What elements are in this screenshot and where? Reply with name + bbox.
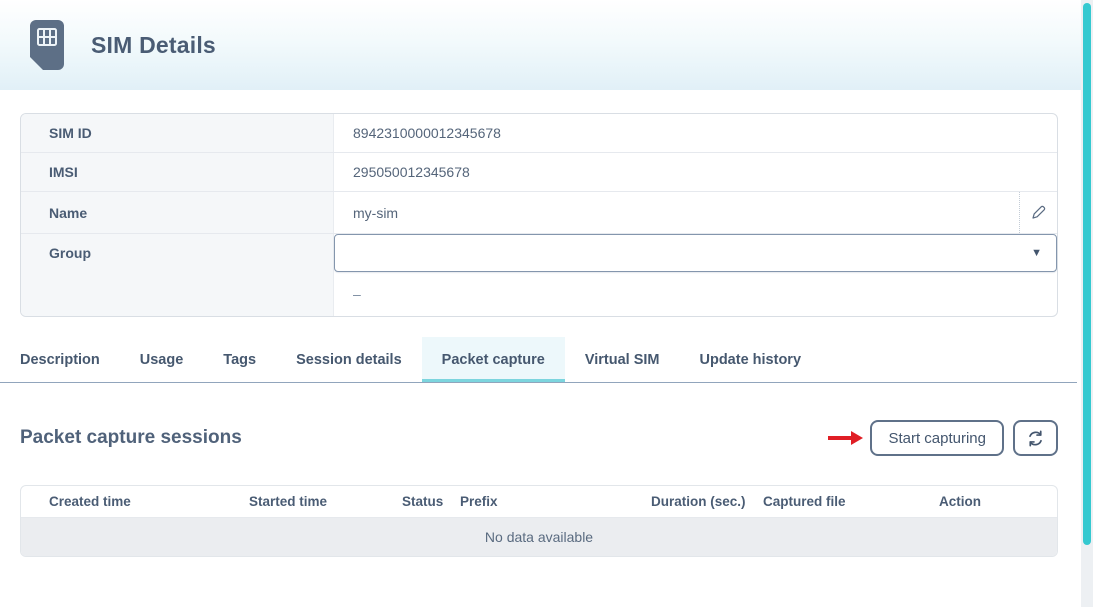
sim-id-value: 8942310000012345678	[334, 114, 1057, 152]
tab-description[interactable]: Description	[0, 337, 120, 382]
name-label: Name	[21, 192, 334, 233]
sim-id-label: SIM ID	[21, 114, 334, 152]
group-label-spacer	[21, 271, 334, 316]
chevron-down-icon: ▼	[1031, 247, 1042, 259]
detail-row-group-empty: –	[21, 271, 1057, 316]
sim-details-table: SIM ID 8942310000012345678 IMSI 29505001…	[20, 113, 1058, 317]
pencil-edit-icon	[1030, 204, 1047, 221]
refresh-icon	[1026, 429, 1045, 448]
col-duration: Duration (sec.)	[651, 494, 763, 509]
tab-update-history[interactable]: Update history	[680, 337, 822, 382]
detail-row-group: Group ▼	[21, 233, 1057, 271]
tab-tags[interactable]: Tags	[203, 337, 276, 382]
name-value: my-sim	[334, 192, 1019, 233]
sessions-table-header: Created time Started time Status Prefix …	[21, 486, 1057, 518]
red-arrow-annotation	[827, 431, 863, 445]
no-data-row: No data available	[21, 518, 1057, 556]
detail-row-imsi: IMSI 295050012345678	[21, 152, 1057, 191]
refresh-button[interactable]	[1013, 420, 1058, 456]
detail-row-name: Name my-sim	[21, 191, 1057, 233]
edit-name-button[interactable]	[1019, 192, 1057, 233]
tab-packet-capture[interactable]: Packet capture	[422, 337, 565, 382]
col-action: Action	[939, 494, 1057, 509]
tab-virtual-sim[interactable]: Virtual SIM	[565, 337, 680, 382]
vertical-scrollbar-thumb[interactable]	[1083, 3, 1091, 545]
group-select[interactable]: ▼	[334, 234, 1057, 272]
page-title: SIM Details	[91, 32, 216, 59]
imsi-value: 295050012345678	[334, 153, 1057, 191]
group-empty-value: –	[334, 271, 1057, 316]
col-prefix: Prefix	[460, 494, 651, 509]
sim-card-icon	[30, 20, 64, 70]
col-created-time: Created time	[49, 494, 249, 509]
imsi-label: IMSI	[21, 153, 334, 191]
panel-title: Packet capture sessions	[20, 427, 827, 449]
group-label: Group	[21, 234, 334, 271]
start-capturing-button[interactable]: Start capturing	[870, 420, 1004, 456]
col-started-time: Started time	[249, 494, 402, 509]
vertical-scrollbar-track[interactable]	[1081, 0, 1093, 607]
packet-capture-sessions-table: Created time Started time Status Prefix …	[20, 485, 1058, 557]
packet-capture-panel-header: Packet capture sessions Start capturing	[20, 420, 1058, 456]
sim-detail-tabs: Description Usage Tags Session details P…	[0, 337, 1077, 383]
tab-session-details[interactable]: Session details	[276, 337, 422, 382]
col-status: Status	[402, 494, 460, 509]
tab-usage[interactable]: Usage	[120, 337, 204, 382]
page-header: SIM Details	[0, 0, 1081, 90]
col-captured-file: Captured file	[763, 494, 939, 509]
detail-row-sim-id: SIM ID 8942310000012345678	[21, 114, 1057, 152]
